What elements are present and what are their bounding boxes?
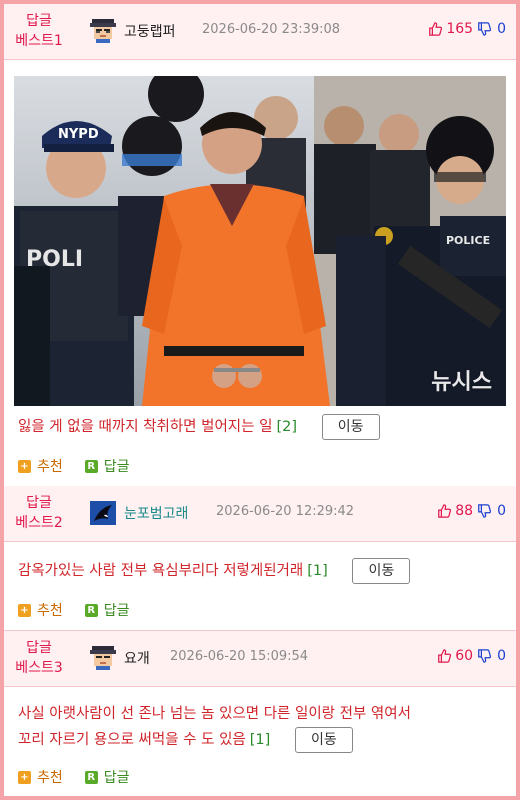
card-header: 답글 베스트2 눈포범고래 2026-06-20 12:29:42 88 0 <box>4 486 516 542</box>
move-button[interactable]: 이동 <box>321 414 380 440</box>
orca-avatar-icon[interactable] <box>90 501 116 525</box>
post-datetime: 2026-06-20 15:09:54 <box>170 649 309 664</box>
r-square-icon: R <box>84 603 98 617</box>
rank-line-1: 답글 <box>26 495 52 511</box>
reply-actions: + 추천 R 답글 <box>18 767 152 787</box>
reply-text-line-1: 사실 아랫사람이 선 존나 넘는 놈 있으면 다른 일이랑 전부 엮여서 <box>18 706 411 722</box>
recommend-label: 추천 <box>37 603 63 619</box>
vote-counter: 165 0 <box>428 21 506 37</box>
post-datetime: 2026-06-20 12:29:42 <box>216 504 355 519</box>
best-reply-card-1: 답글 베스트1 고둥랩퍼 2026-06-20 23:39:08 165 0 N… <box>4 4 516 486</box>
card-header: 답글 베스트1 고둥랩퍼 2026-06-20 23:39:08 165 0 <box>4 4 516 60</box>
comment-count[interactable]: [1] <box>307 563 328 579</box>
username[interactable]: 고둥랩퍼 <box>124 21 176 41</box>
username[interactable]: 요개 <box>124 648 150 668</box>
r-square-icon: R <box>84 770 98 784</box>
vote-counter: 88 0 <box>437 503 506 519</box>
plus-square-icon: + <box>18 459 31 473</box>
reply-label: 답글 <box>103 770 130 786</box>
upvote-count: 165 <box>446 21 474 37</box>
reply-actions: + 추천 R 답글 <box>18 600 152 620</box>
recommend-button[interactable]: + 추천 <box>18 600 63 620</box>
card-header: 답글 베스트3 요개 2026-06-20 15:09:54 60 0 <box>4 631 516 687</box>
reply-actions: + 추천 R 답글 <box>18 456 152 476</box>
reply-text-content: 감옥가있는 사람 전부 욕심부리다 저렇게된거래 <box>18 563 304 579</box>
downvote-count: 0 <box>497 503 506 519</box>
rank-line-1: 답글 <box>26 640 52 656</box>
pixel-avatar-icon[interactable] <box>90 646 116 670</box>
best-rank-label: 답글 베스트2 <box>10 493 68 533</box>
thumbs-up-icon[interactable] <box>437 504 452 518</box>
svg-text:NYPD: NYPD <box>58 127 99 142</box>
rank-line-1: 답글 <box>26 13 52 29</box>
reply-text[interactable]: 잃을 게 없을 때까지 착취하면 벌어지는 일 [2] 이동 <box>18 414 380 440</box>
thumbs-down-icon[interactable] <box>477 22 492 36</box>
thumbs-down-icon[interactable] <box>477 649 492 663</box>
reply-text-line-2: 꼬리 자르기 용으로 써먹을 수 도 있음 <box>18 732 246 748</box>
recommend-label: 추천 <box>37 459 63 475</box>
best-reply-card-3: 답글 베스트3 요개 2026-06-20 15:09:54 60 0 사실 아… <box>4 631 516 796</box>
thumbs-up-icon[interactable] <box>437 649 452 663</box>
downvote-count: 0 <box>497 21 506 37</box>
move-button[interactable]: 이동 <box>294 727 353 753</box>
upvote-count: 60 <box>455 648 474 664</box>
best-rank-label: 답글 베스트1 <box>10 11 68 51</box>
image-watermark: 뉴시스 <box>431 370 492 395</box>
upvote-count: 88 <box>455 503 474 519</box>
arrest-scene-photo: NYPD POLI POLICE <box>14 76 506 406</box>
rank-line-2: 베스트1 <box>15 33 63 49</box>
post-image[interactable]: NYPD POLI POLICE 뉴시스 <box>14 76 506 406</box>
comment-count[interactable]: [1] <box>250 732 271 748</box>
reply-button[interactable]: R 답글 <box>84 600 130 620</box>
recommend-label: 추천 <box>37 770 63 786</box>
thumbs-down-icon[interactable] <box>477 504 492 518</box>
recommend-button[interactable]: + 추천 <box>18 456 63 476</box>
comment-count[interactable]: [2] <box>276 419 297 435</box>
rank-line-2: 베스트3 <box>15 660 63 676</box>
plus-square-icon: + <box>18 603 31 617</box>
move-button[interactable]: 이동 <box>352 558 411 584</box>
downvote-count: 0 <box>497 648 506 664</box>
best-rank-label: 답글 베스트3 <box>10 638 68 678</box>
r-square-icon: R <box>84 459 98 473</box>
svg-text:POLICE: POLICE <box>446 234 490 247</box>
reply-button[interactable]: R 답글 <box>84 767 130 787</box>
best-replies-panel: 답글 베스트1 고둥랩퍼 2026-06-20 23:39:08 165 0 N… <box>4 4 516 796</box>
username[interactable]: 눈포범고래 <box>124 503 188 523</box>
reply-label: 답글 <box>103 603 130 619</box>
reply-button[interactable]: R 답글 <box>84 456 130 476</box>
rank-line-2: 베스트2 <box>15 515 63 531</box>
reply-text-content: 잃을 게 없을 때까지 착취하면 벌어지는 일 <box>18 419 273 435</box>
reply-label: 답글 <box>103 459 130 475</box>
plus-square-icon: + <box>18 770 31 784</box>
post-datetime: 2026-06-20 23:39:08 <box>202 22 341 37</box>
vote-counter: 60 0 <box>437 648 506 664</box>
reply-text[interactable]: 사실 아랫사람이 선 존나 넘는 놈 있으면 다른 일이랑 전부 엮여서 꼬리 … <box>18 701 508 753</box>
pixel-avatar-icon[interactable] <box>90 19 116 43</box>
best-reply-card-2: 답글 베스트2 눈포범고래 2026-06-20 12:29:42 88 0 감… <box>4 486 516 630</box>
thumbs-up-icon[interactable] <box>428 22 443 36</box>
recommend-button[interactable]: + 추천 <box>18 767 63 787</box>
reply-text[interactable]: 감옥가있는 사람 전부 욕심부리다 저렇게된거래 [1] 이동 <box>18 558 411 584</box>
